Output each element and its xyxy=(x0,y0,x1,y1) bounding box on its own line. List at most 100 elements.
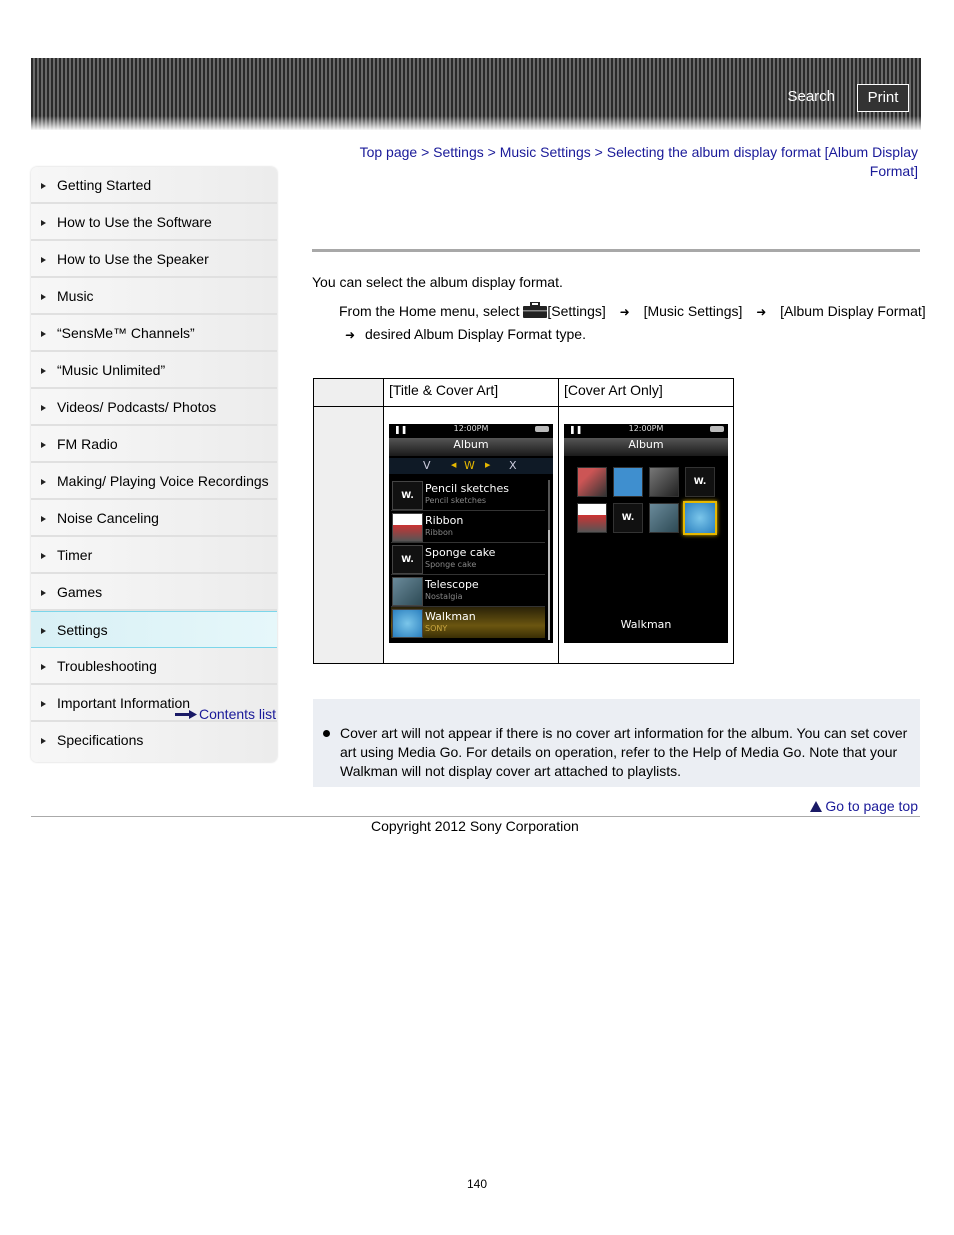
triangle-right-icon xyxy=(41,220,46,226)
sidebar-item-games[interactable]: Games xyxy=(31,574,277,611)
sidebar-item-music[interactable]: Music xyxy=(31,278,277,315)
status-time: 12:00PM xyxy=(628,424,664,433)
arrow-right-icon: ➜ xyxy=(344,328,356,342)
screen-title: Album xyxy=(389,438,553,456)
step-instruction: From the Home menu, select [Settings] ➜ … xyxy=(339,302,926,319)
sidebar-item-music-unlimited[interactable]: “Music Unlimited” xyxy=(31,352,277,389)
sidebar-item-label: Videos/ Podcasts/ Photos xyxy=(57,399,217,415)
arrow-right-icon xyxy=(175,710,197,720)
breadcrumb-current-page[interactable]: Selecting the album display format [Albu… xyxy=(607,144,918,179)
step-final: desired Album Display Format type. xyxy=(365,326,586,342)
table-cell-title-cover-art: 12:00PM ❚❚ Album V ◀ W ▶ X W. Pencil ske… xyxy=(383,406,559,664)
arrow-right-icon: ➜ xyxy=(756,305,767,319)
sidebar-item-label: Settings xyxy=(57,622,108,638)
status-time: 12:00PM xyxy=(453,424,489,433)
triangle-right-icon xyxy=(41,331,46,337)
breadcrumb: Top page > Settings > Music Settings > S… xyxy=(312,143,918,181)
print-button[interactable]: Print xyxy=(857,84,909,112)
breadcrumb-separator: > xyxy=(594,144,603,160)
list-item-subtitle: Nostalgia xyxy=(425,592,463,601)
page-number: 140 xyxy=(466,1177,488,1191)
header-bar: Search Print xyxy=(31,58,921,130)
sidebar-item-label: Games xyxy=(57,584,103,600)
album-cover-thumbnail xyxy=(392,513,423,542)
album-cover-thumbnail xyxy=(392,609,423,638)
scrollbar xyxy=(548,480,550,640)
chevron-right-icon: ▶ xyxy=(485,461,491,469)
list-item: W. Pencil sketches Pencil sketches xyxy=(391,479,545,511)
letter-index-bar: V ◀ W ▶ X xyxy=(389,458,553,474)
sidebar-item-sensme[interactable]: “SensMe™ Channels” xyxy=(31,315,277,352)
screen-title: Album xyxy=(564,438,728,456)
sidebar-item-troubleshooting[interactable]: Troubleshooting xyxy=(31,648,277,685)
table-cell-cover-art-only: 12:00PM ❚❚ Album W. W. Walkman xyxy=(558,406,734,664)
triangle-right-icon xyxy=(41,553,46,559)
triangle-right-icon xyxy=(41,701,46,707)
chevron-left-icon: ◀ xyxy=(451,461,457,469)
table-header-title-cover-art: [Title & Cover Art] xyxy=(383,378,559,407)
list-item-subtitle: SONY xyxy=(425,624,448,633)
sidebar-item-label: FM Radio xyxy=(57,436,118,452)
table-header-cover-art-only: [Cover Art Only] xyxy=(558,378,734,407)
list-item-title: Ribbon xyxy=(425,514,464,527)
album-cover-thumbnail xyxy=(649,503,679,533)
format-comparison-table: [Title & Cover Art] [Cover Art Only] 12:… xyxy=(313,378,734,664)
sidebar-item-label: Music xyxy=(57,288,94,304)
triangle-right-icon xyxy=(41,590,46,596)
triangle-right-icon xyxy=(41,664,46,670)
sidebar-item-software[interactable]: How to Use the Software xyxy=(31,204,277,241)
breadcrumb-top-page[interactable]: Top page xyxy=(360,144,418,160)
sidebar-item-fm-radio[interactable]: FM Radio xyxy=(31,426,277,463)
triangle-right-icon xyxy=(41,442,46,448)
sidebar-item-voice-recordings[interactable]: Making/ Playing Voice Recordings xyxy=(31,463,277,500)
step-prefix: From the Home menu, select xyxy=(339,303,520,319)
title-divider xyxy=(312,249,920,252)
letter-prev: V xyxy=(423,459,431,472)
breadcrumb-settings[interactable]: Settings xyxy=(433,144,484,160)
sidebar-item-label: Making/ Playing Voice Recordings xyxy=(57,473,269,489)
sidebar-item-videos[interactable]: Videos/ Podcasts/ Photos xyxy=(31,389,277,426)
triangle-right-icon xyxy=(41,405,46,411)
triangle-right-icon xyxy=(41,368,46,374)
sidebar-item-noise-canceling[interactable]: Noise Canceling xyxy=(31,500,277,537)
sidebar-item-label: Important Information xyxy=(57,695,191,711)
list-item-subtitle: Pencil sketches xyxy=(425,496,487,505)
album-cover-thumbnail xyxy=(577,503,607,533)
breadcrumb-music-settings[interactable]: Music Settings xyxy=(500,144,591,160)
contents-list-link[interactable]: Contents list xyxy=(175,706,276,722)
sidebar-item-getting-started[interactable]: Getting Started xyxy=(31,167,277,204)
album-cover-thumbnail xyxy=(392,577,423,606)
sidebar-item-specifications[interactable]: Specifications xyxy=(31,722,277,762)
screenshot-title-cover-art: 12:00PM ❚❚ Album V ◀ W ▶ X W. Pencil ske… xyxy=(389,424,553,643)
list-item-subtitle: Ribbon xyxy=(425,528,453,537)
table-header-empty xyxy=(313,378,384,407)
settings-toolbox-icon xyxy=(523,302,548,318)
sidebar-item-label: Timer xyxy=(57,547,93,563)
letter-current: W xyxy=(464,459,475,472)
list-item-title: Pencil sketches xyxy=(425,482,509,495)
triangle-right-icon xyxy=(41,516,46,522)
album-cover-thumbnail xyxy=(577,467,607,497)
step-settings: [Settings] xyxy=(547,303,606,319)
album-cover-selected xyxy=(683,501,717,535)
search-link[interactable]: Search xyxy=(787,88,835,105)
sidebar-item-label: How to Use the Speaker xyxy=(57,251,209,267)
sidebar-item-label: Getting Started xyxy=(57,177,152,193)
sidebar-item-timer[interactable]: Timer xyxy=(31,537,277,574)
sidebar-item-speaker[interactable]: How to Use the Speaker xyxy=(31,241,277,278)
go-to-page-top-link[interactable]: Go to page top xyxy=(810,798,918,814)
selected-album-label: Walkman xyxy=(620,618,672,631)
list-item: W. Sponge cake Sponge cake xyxy=(391,543,545,575)
go-to-page-top-label: Go to page top xyxy=(825,798,918,814)
triangle-right-icon xyxy=(41,479,46,485)
triangle-right-icon xyxy=(41,738,46,744)
sidebar-item-label: Specifications xyxy=(57,732,144,748)
walkman-logo-icon: W. xyxy=(685,467,715,497)
walkman-logo-icon: W. xyxy=(613,503,643,533)
bullet-icon xyxy=(323,730,330,737)
album-cover-thumbnail xyxy=(649,467,679,497)
battery-icon xyxy=(535,426,549,432)
breadcrumb-separator: > xyxy=(421,144,430,160)
arrow-right-icon: ➜ xyxy=(619,305,630,319)
sidebar-item-settings[interactable]: Settings xyxy=(31,611,277,648)
